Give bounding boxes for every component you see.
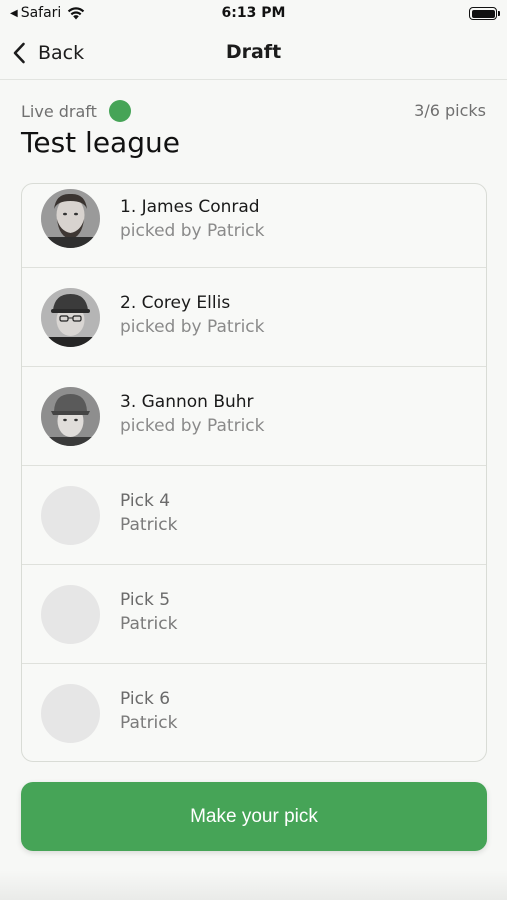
- live-draft-label: Live draft: [21, 101, 97, 121]
- pick-owner: Patrick: [120, 614, 178, 634]
- player-avatar: [41, 387, 100, 446]
- empty-avatar: [41, 585, 100, 644]
- pick-row[interactable]: Pick 6 Patrick: [22, 664, 486, 761]
- page-title: Draft: [225, 41, 282, 63]
- make-pick-button[interactable]: Make your pick: [21, 782, 487, 851]
- pick-player-name: 1. James Conrad: [120, 197, 260, 217]
- pick-count: 3/6 picks: [414, 101, 486, 120]
- pick-row[interactable]: Pick 5 Patrick: [22, 565, 486, 664]
- pick-owner: picked by Patrick: [120, 416, 265, 436]
- pick-row[interactable]: 2. Corey Ellis picked by Patrick: [22, 268, 486, 367]
- status-bar: ◀ Safari 6:13 PM: [0, 0, 507, 28]
- draft-screen: ◀ Safari 6:13 PM Back Draft Live draft 3…: [0, 0, 507, 900]
- make-pick-label: Make your pick: [190, 805, 318, 827]
- pick-list: 1. James Conrad picked by Patrick 2. Cor…: [21, 183, 487, 762]
- pick-slot-label: Pick 6: [120, 689, 171, 709]
- pick-player-name: 3. Gannon Buhr: [120, 392, 254, 412]
- pick-player-name: 2. Corey Ellis: [120, 293, 231, 313]
- player-avatar: [41, 189, 100, 248]
- pick-row[interactable]: 3. Gannon Buhr picked by Patrick: [22, 367, 486, 466]
- pick-slot-label: Pick 5: [120, 590, 171, 610]
- player-avatar: [41, 288, 100, 347]
- pick-row[interactable]: 1. James Conrad picked by Patrick: [22, 184, 486, 268]
- pick-owner: Patrick: [120, 713, 178, 733]
- live-draft-indicator: Live draft: [21, 100, 131, 122]
- pick-owner: picked by Patrick: [120, 317, 265, 337]
- status-time: 6:13 PM: [221, 5, 286, 21]
- pick-owner: picked by Patrick: [120, 221, 265, 241]
- pick-slot-label: Pick 4: [120, 491, 171, 511]
- empty-avatar: [41, 684, 100, 743]
- empty-avatar: [41, 486, 100, 545]
- pick-row[interactable]: Pick 4 Patrick: [22, 466, 486, 565]
- bottom-fade: [0, 870, 507, 900]
- nav-bar: Back Draft: [0, 28, 507, 80]
- battery-icon: [469, 7, 500, 20]
- pick-owner: Patrick: [120, 515, 178, 535]
- league-title: Test league: [21, 126, 180, 159]
- live-status-dot: [108, 100, 131, 122]
